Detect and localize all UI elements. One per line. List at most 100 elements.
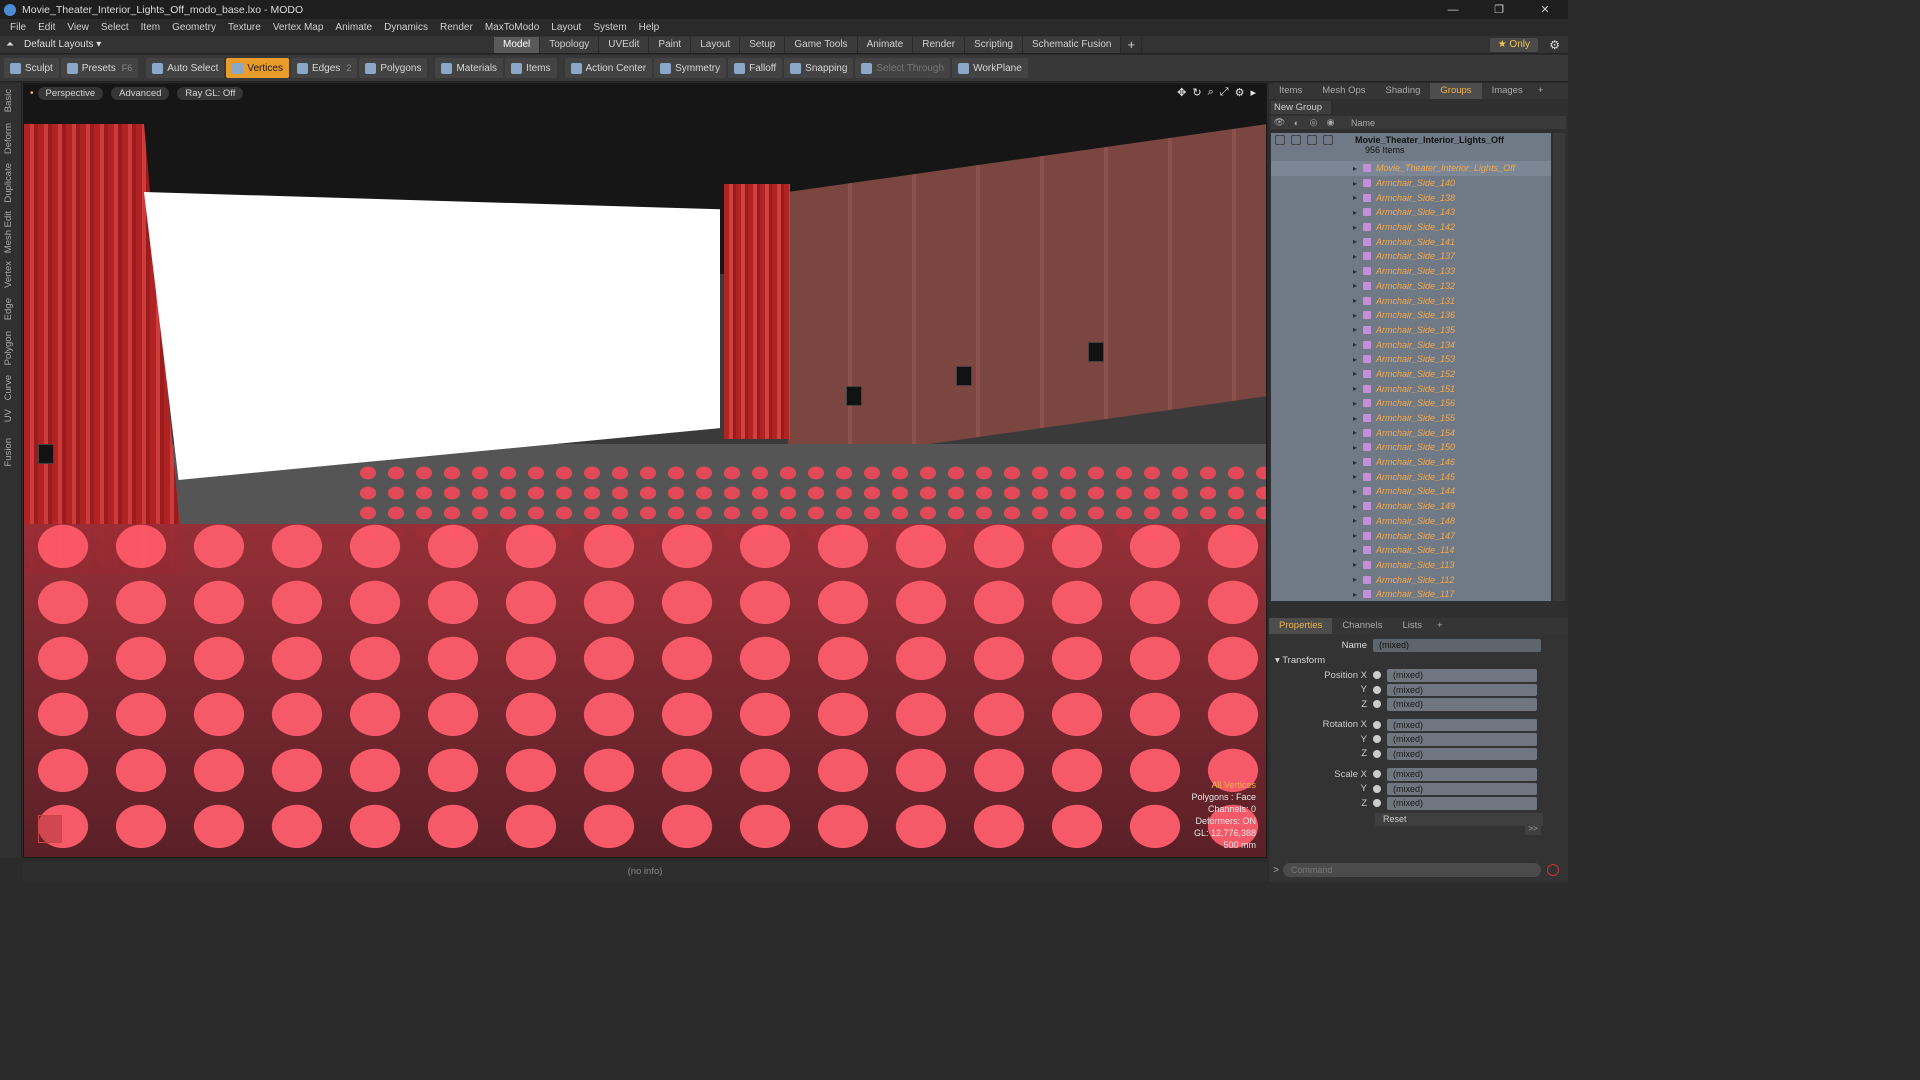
groups-list[interactable]: Movie_Theater_Interior_Lights_Off 956 It… bbox=[1271, 133, 1551, 601]
rotation-y-field[interactable]: (mixed) bbox=[1387, 733, 1537, 746]
tab-properties[interactable]: Properties bbox=[1269, 618, 1333, 634]
group-item-row[interactable]: ▸ Armchair_Side_152 bbox=[1271, 367, 1551, 382]
tab-deform[interactable]: Deform bbox=[3, 123, 14, 154]
shading-style-button[interactable]: Advanced bbox=[111, 86, 170, 100]
materials-button[interactable]: Materials bbox=[435, 58, 504, 78]
rotation-x-field[interactable]: (mixed) bbox=[1387, 718, 1537, 731]
menu-layout[interactable]: Layout bbox=[545, 22, 587, 33]
expand-arrow-icon[interactable]: ▸ bbox=[1271, 531, 1363, 540]
position-x-field[interactable]: (mixed) bbox=[1387, 669, 1537, 682]
command-input[interactable] bbox=[1283, 863, 1541, 877]
expand-arrow-icon[interactable]: ▸ bbox=[1271, 502, 1363, 511]
group-item-row[interactable]: ▸ Armchair_Side_147 bbox=[1271, 528, 1551, 543]
expand-arrow-icon[interactable]: ▸ bbox=[1271, 296, 1363, 305]
group-item-row[interactable]: ▸ Armchair_Side_148 bbox=[1271, 514, 1551, 529]
lock-column-icon[interactable]: ◎ bbox=[1305, 117, 1322, 128]
3d-viewport[interactable]: • Perspective Advanced Ray GL: Off ✥ ↻ ⌕… bbox=[23, 83, 1267, 858]
group-item-row[interactable]: ▸ Armchair_Side_145 bbox=[1271, 469, 1551, 484]
scale-x-field[interactable]: (mixed) bbox=[1387, 768, 1537, 781]
tab-scripting[interactable]: Scripting bbox=[965, 37, 1023, 53]
expand-arrow-icon[interactable]: ▸ bbox=[1271, 546, 1363, 555]
scale-y-field[interactable]: (mixed) bbox=[1387, 782, 1537, 795]
keyframe-dot-icon[interactable] bbox=[1373, 770, 1381, 779]
gear-icon[interactable]: ⚙ bbox=[1549, 38, 1560, 52]
expand-arrow-icon[interactable]: ▸ bbox=[1271, 458, 1363, 467]
menu-file[interactable]: File bbox=[4, 22, 32, 33]
group-item-row[interactable]: ▸ Armchair_Side_156 bbox=[1271, 396, 1551, 411]
visibility-toggle[interactable] bbox=[1275, 135, 1285, 145]
items-button[interactable]: Items bbox=[505, 58, 557, 78]
snapping-button[interactable]: Snapping bbox=[784, 58, 854, 78]
expand-arrow-icon[interactable]: ▸ bbox=[1271, 252, 1363, 261]
sculpt-button[interactable]: Sculpt bbox=[4, 58, 59, 78]
expand-arrow-icon[interactable]: ▸ bbox=[1271, 223, 1363, 232]
menu-vertex-map[interactable]: Vertex Map bbox=[267, 22, 330, 33]
rotate-icon[interactable]: ↻ bbox=[1192, 86, 1201, 99]
expand-arrow-icon[interactable]: ▸ bbox=[1271, 237, 1363, 246]
group-item-row[interactable]: ▸ Armchair_Side_155 bbox=[1271, 411, 1551, 426]
tab-curve[interactable]: Curve bbox=[3, 375, 14, 400]
menu-animate[interactable]: Animate bbox=[329, 22, 378, 33]
tab-shading[interactable]: Shading bbox=[1376, 83, 1431, 99]
menu-item[interactable]: Item bbox=[135, 22, 166, 33]
keyframe-dot-icon[interactable] bbox=[1373, 749, 1381, 758]
more-button[interactable]: >> bbox=[1525, 823, 1541, 835]
command-history-icon[interactable]: > bbox=[1269, 865, 1283, 876]
position-z-field[interactable]: (mixed) bbox=[1387, 698, 1537, 711]
tab-mesh-edit[interactable]: Mesh Edit bbox=[3, 211, 14, 253]
tab-game-tools[interactable]: Game Tools bbox=[785, 37, 858, 53]
tab-polygon[interactable]: Polygon bbox=[3, 331, 14, 365]
layout-selector[interactable]: ⏶ Default Layouts ▾ bbox=[6, 39, 101, 50]
position-y-field[interactable]: (mixed) bbox=[1387, 683, 1537, 696]
group-item-row[interactable]: ▸ Armchair_Side_141 bbox=[1271, 234, 1551, 249]
expand-arrow-icon[interactable]: ▸ bbox=[1271, 311, 1363, 320]
tab-layout[interactable]: Layout bbox=[691, 37, 741, 53]
group-item-row[interactable]: ▸ Armchair_Side_114 bbox=[1271, 543, 1551, 558]
expand-arrow-icon[interactable]: ▸ bbox=[1271, 590, 1363, 599]
command-stop-icon[interactable] bbox=[1547, 864, 1559, 876]
group-item-row[interactable]: ▸ Armchair_Side_154 bbox=[1271, 425, 1551, 440]
expand-arrow-icon[interactable]: ▸ bbox=[1271, 355, 1363, 364]
group-root-row[interactable]: Movie_Theater_Interior_Lights_Off 956 It… bbox=[1271, 133, 1551, 161]
group-item-row[interactable]: ▸ Armchair_Side_150 bbox=[1271, 440, 1551, 455]
tab-basic[interactable]: Basic bbox=[3, 89, 14, 112]
close-button[interactable]: ✕ bbox=[1522, 0, 1568, 19]
menu-render[interactable]: Render bbox=[434, 22, 479, 33]
name-field[interactable] bbox=[1373, 638, 1541, 652]
expand-arrow-icon[interactable]: ▸ bbox=[1271, 516, 1363, 525]
group-item-row[interactable]: ▸ Armchair_Side_142 bbox=[1271, 220, 1551, 235]
rotation-z-field[interactable]: (mixed) bbox=[1387, 747, 1537, 760]
keyframe-dot-icon[interactable] bbox=[1373, 671, 1381, 680]
group-item-row[interactable]: ▸ Armchair_Side_151 bbox=[1271, 381, 1551, 396]
viewport-gear-icon[interactable]: ⚙ bbox=[1235, 86, 1245, 99]
select-toggle[interactable] bbox=[1323, 135, 1333, 145]
group-item-row[interactable]: ▸ Armchair_Side_136 bbox=[1271, 308, 1551, 323]
expand-arrow-icon[interactable]: ▸ bbox=[1271, 369, 1363, 378]
only-toggle[interactable]: ★ Only bbox=[1489, 38, 1538, 52]
pan-icon[interactable]: ✥ bbox=[1177, 86, 1186, 99]
add-panel-tab-button[interactable]: + bbox=[1533, 83, 1549, 99]
expand-arrow-icon[interactable]: ▸ bbox=[1271, 428, 1363, 437]
expand-arrow-icon[interactable]: ▸ bbox=[1271, 414, 1363, 423]
select-through-button[interactable]: Select Through bbox=[855, 58, 951, 78]
keyframe-dot-icon[interactable] bbox=[1373, 720, 1381, 729]
add-tab-button[interactable]: + bbox=[1121, 37, 1143, 53]
group-item-row[interactable]: ▸ Movie_Theater_Interior_Lights_Off bbox=[1271, 161, 1551, 176]
expand-arrow-icon[interactable]: ▸ bbox=[1271, 399, 1363, 408]
vertices-button[interactable]: Vertices bbox=[226, 58, 289, 78]
expand-arrow-icon[interactable]: ▸ bbox=[1271, 443, 1363, 452]
group-item-row[interactable]: ▸ Armchair_Side_146 bbox=[1271, 455, 1551, 470]
menu-texture[interactable]: Texture bbox=[222, 22, 267, 33]
tab-lists[interactable]: Lists bbox=[1392, 618, 1432, 634]
expand-arrow-icon[interactable]: ▸ bbox=[1271, 193, 1363, 202]
edges-button[interactable]: Edges 2 bbox=[290, 58, 358, 78]
tab-uv[interactable]: UV bbox=[3, 409, 14, 422]
polygons-button[interactable]: Polygons bbox=[359, 58, 428, 78]
menu-maxtomodo[interactable]: MaxToModo bbox=[479, 22, 545, 33]
group-item-row[interactable]: ▸ Armchair_Side_140 bbox=[1271, 176, 1551, 191]
transform-section-header[interactable]: ▾ Transform bbox=[1269, 654, 1568, 668]
symmetry-button[interactable]: Symmetry bbox=[654, 58, 727, 78]
expand-arrow-icon[interactable]: ▸ bbox=[1271, 208, 1363, 217]
menu-dynamics[interactable]: Dynamics bbox=[378, 22, 434, 33]
zoom-icon[interactable]: ⌕ bbox=[1208, 86, 1214, 99]
